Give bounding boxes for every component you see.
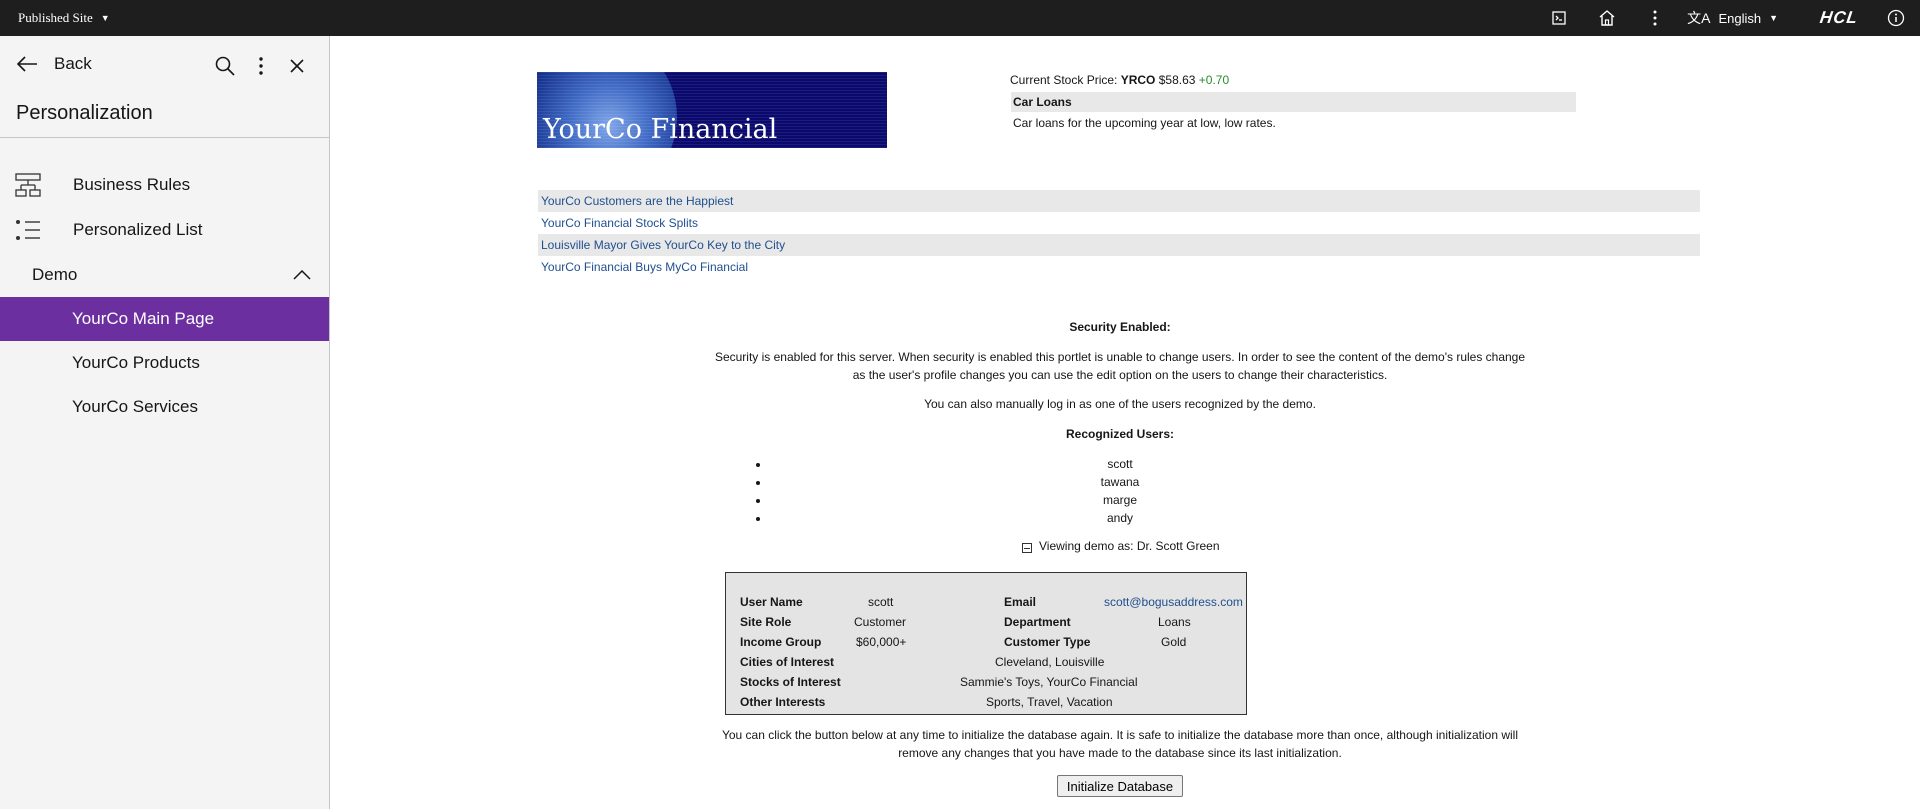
profile-value: Loans xyxy=(1158,615,1191,629)
overflow-menu-icon[interactable] xyxy=(1631,0,1679,36)
close-icon[interactable] xyxy=(279,51,315,81)
main-content: YourCo Financial Current Stock Price: YR… xyxy=(330,36,1920,809)
list-icon xyxy=(0,219,73,241)
back-button[interactable]: Back xyxy=(16,54,92,74)
site-selector[interactable]: Published Site ▼ xyxy=(0,10,110,26)
profile-value: $60,000+ xyxy=(856,635,907,649)
language-label: English xyxy=(1718,10,1762,26)
recognized-users-list: scott tawana marge andy xyxy=(750,455,1470,527)
sidebar-group-demo[interactable]: Demo xyxy=(0,252,329,297)
list-item: YourCo Financial Buys MyCo Financial xyxy=(538,256,1700,278)
sidebar-title: Personalization xyxy=(16,102,153,124)
sidebar-item-yourco-products[interactable]: YourCo Products xyxy=(0,341,329,385)
chevron-up-icon xyxy=(293,269,311,280)
overflow-menu-icon[interactable] xyxy=(243,51,279,81)
viewing-demo-as: Viewing demo as: Dr. Scott Green xyxy=(1022,539,1220,553)
translate-icon: 文A xyxy=(1687,10,1711,26)
arrow-left-icon xyxy=(16,56,37,72)
stock-price: Current Stock Price: YRCO $58.63 +0.70 xyxy=(1010,73,1229,87)
security-also-text: You can also manually log in as one of t… xyxy=(924,397,1316,411)
news-link[interactable]: YourCo Customers are the Happiest xyxy=(541,194,733,208)
list-item: marge xyxy=(770,491,1470,509)
profile-label: User Name xyxy=(740,595,803,609)
security-text: Security is enabled for this server. Whe… xyxy=(714,350,1526,382)
profile-label: Stocks of Interest xyxy=(740,675,841,689)
yourco-logo: YourCo Financial xyxy=(537,72,887,148)
site-selector-label: Published Site xyxy=(18,10,93,25)
business-rules-icon xyxy=(0,172,73,197)
list-item: scott xyxy=(770,455,1470,473)
profile-label: Other Interests xyxy=(740,695,826,709)
profile-label: Customer Type xyxy=(1004,635,1091,649)
collapse-icon[interactable] xyxy=(1022,543,1032,553)
profile-label: Department xyxy=(1004,615,1071,629)
sidebar-item-label: Personalized List xyxy=(73,219,203,239)
initialize-text: You can click the button below at any ti… xyxy=(721,728,1519,760)
news-list: YourCo Customers are the Happiest YourCo… xyxy=(538,190,1700,278)
profile-label: Cities of Interest xyxy=(740,655,835,669)
news-link[interactable]: Louisville Mayor Gives YourCo Key to the… xyxy=(541,238,785,252)
home-icon[interactable] xyxy=(1583,0,1631,36)
list-item: YourCo Financial Stock Splits xyxy=(538,212,1700,234)
sidebar-header: Back Personalization xyxy=(0,36,329,138)
sidebar-item-business-rules[interactable]: Business Rules xyxy=(0,162,329,207)
promo-title: Car Loans xyxy=(1011,92,1576,112)
back-label: Back xyxy=(54,54,92,73)
list-item: andy xyxy=(770,509,1470,527)
hcl-logo: HCL xyxy=(1818,8,1860,27)
info-icon[interactable] xyxy=(1872,0,1920,36)
profile-label: Income Group xyxy=(740,635,822,649)
sidebar-item-label: Business Rules xyxy=(73,174,191,194)
profile-value: Gold xyxy=(1161,635,1187,649)
list-item: Louisville Mayor Gives YourCo Key to the… xyxy=(538,234,1700,256)
security-title: Security Enabled: xyxy=(1069,320,1171,334)
news-link[interactable]: YourCo Financial Stock Splits xyxy=(541,216,698,230)
list-item: tawana xyxy=(770,473,1470,491)
profile-label: Site Role xyxy=(740,615,792,629)
chevron-down-icon: ▼ xyxy=(100,13,110,23)
stock-change: +0.70 xyxy=(1198,73,1230,87)
recognized-users-title: Recognized Users: xyxy=(1065,427,1175,441)
search-icon[interactable] xyxy=(207,51,243,81)
user-profile-panel: User Name scott Email scott@bogusaddress… xyxy=(725,572,1247,715)
top-bar: Published Site ▼ 文A English ▼ HCL xyxy=(0,0,1920,36)
logo-text: YourCo Financial xyxy=(543,114,778,145)
sidebar: Back Personalization Business Rules Pers… xyxy=(0,36,330,809)
profile-label: Email xyxy=(1004,595,1037,609)
list-item: YourCo Customers are the Happiest xyxy=(538,190,1700,212)
email-link[interactable]: scott@bogusaddress.com xyxy=(1104,595,1243,609)
sidebar-item-yourco-services[interactable]: YourCo Services xyxy=(0,385,329,429)
profile-value: Cleveland, Louisville xyxy=(995,655,1105,669)
stock-prefix: Current Stock Price: xyxy=(1010,73,1118,87)
news-link[interactable]: YourCo Financial Buys MyCo Financial xyxy=(541,260,748,274)
chevron-down-icon: ▼ xyxy=(1769,13,1779,23)
profile-value: Customer xyxy=(854,615,907,629)
profile-value: Sammie's Toys, YourCo Financial xyxy=(960,675,1138,689)
sidebar-item-label: YourCo Products xyxy=(72,353,200,372)
language-selector[interactable]: 文A English ▼ xyxy=(1679,8,1798,28)
profile-value: scott xyxy=(868,595,894,609)
stock-value: $58.63 xyxy=(1158,73,1196,87)
sidebar-item-label: YourCo Services xyxy=(72,397,198,416)
promo-text: Car loans for the upcoming year at low, … xyxy=(1013,116,1276,130)
sidebar-group-label: Demo xyxy=(32,264,78,284)
sidebar-item-label: YourCo Main Page xyxy=(72,309,215,328)
initialize-database-button[interactable]: Initialize Database xyxy=(1057,775,1183,797)
site-preview-icon[interactable] xyxy=(1535,0,1583,36)
viewing-label: Viewing demo as: Dr. Scott Green xyxy=(1039,539,1220,553)
stock-symbol: YRCO xyxy=(1120,73,1156,87)
sidebar-item-yourco-main-page[interactable]: YourCo Main Page xyxy=(0,297,329,341)
sidebar-item-personalized-list[interactable]: Personalized List xyxy=(0,207,329,252)
profile-value: Sports, Travel, Vacation xyxy=(986,695,1113,709)
